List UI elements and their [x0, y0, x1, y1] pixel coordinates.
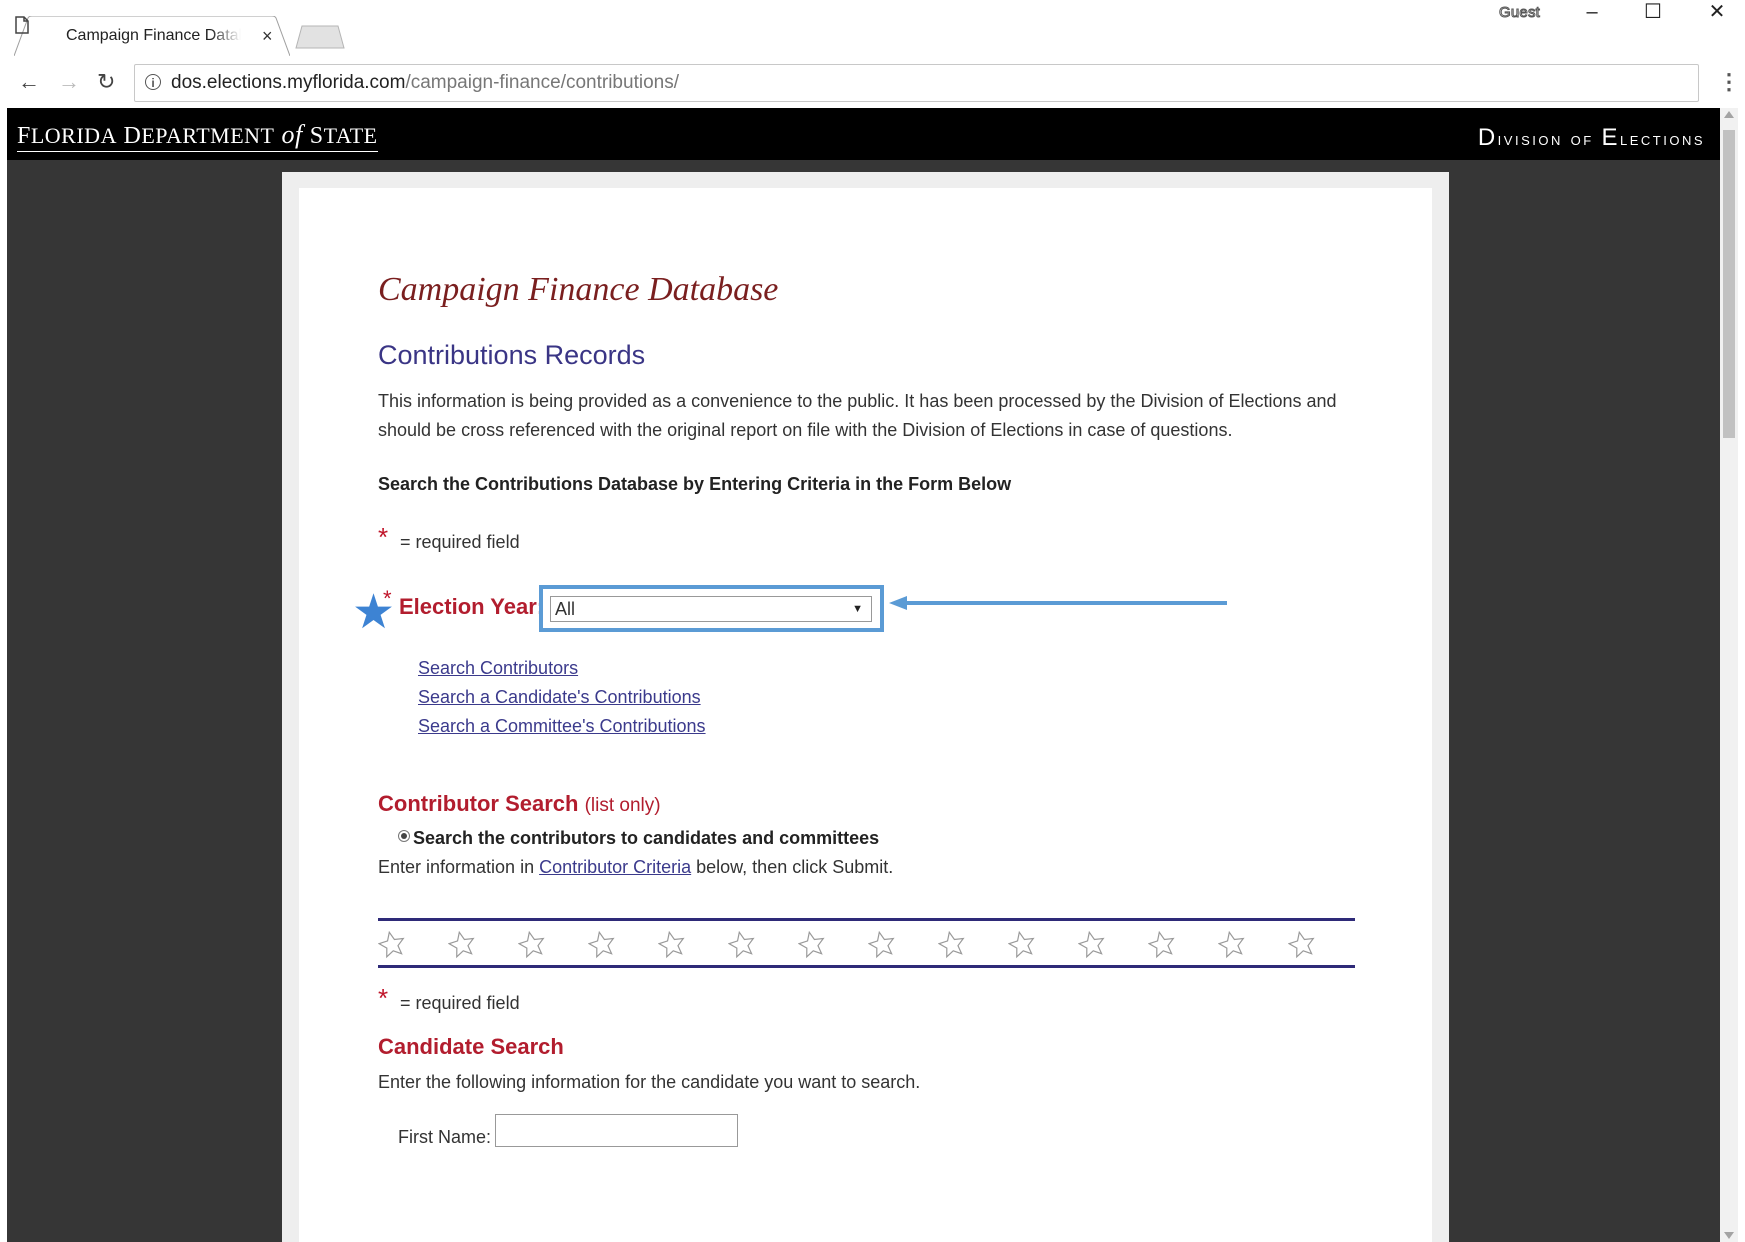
- content-panel: Campaign Finance Database Contributions …: [299, 188, 1432, 1242]
- chevron-down-icon: ▼: [852, 603, 863, 615]
- first-name-label: First Name:: [398, 1127, 492, 1147]
- outline-star-icon: [1288, 931, 1315, 959]
- required-star: *: [378, 522, 389, 552]
- division-text: lections: [1619, 129, 1705, 150]
- division-letter: E: [1601, 124, 1620, 151]
- outline-star-icon: [448, 931, 475, 959]
- contributor-radio-label: Search the contributors to candidates an…: [413, 828, 880, 848]
- url-path: /campaign-finance/contributions/: [405, 72, 679, 93]
- close-window-icon[interactable]: ✕: [1687, 0, 1745, 26]
- outline-star-icon: [1148, 931, 1175, 959]
- new-tab-button[interactable]: [294, 24, 346, 50]
- info-icon[interactable]: i: [145, 74, 161, 90]
- florida-dos-logo[interactable]: FLORIDA DEPARTMENT of STATE: [17, 120, 378, 152]
- division-letter: D: [1477, 124, 1498, 151]
- scroll-down-icon[interactable]: [1724, 1232, 1734, 1239]
- search-heading: Search the Contributions Database by Ent…: [378, 474, 1012, 494]
- outline-star-icon: [658, 931, 685, 959]
- decorative-stars-divider: [378, 918, 1355, 968]
- outline-star-icon: [728, 931, 755, 959]
- url-host: dos.elections.myflorida.com: [171, 72, 406, 93]
- page-viewport: FLORIDA DEPARTMENT of STATE Division of …: [7, 108, 1727, 1242]
- election-year-highlight: All ▼: [539, 585, 884, 632]
- search-links: Search Contributors Search a Candidate's…: [418, 654, 706, 741]
- division-text: ivision of: [1497, 129, 1602, 150]
- contributor-radio-option[interactable]: Search the contributors to candidates an…: [398, 828, 879, 849]
- logo-text: EPARTMENT: [141, 123, 275, 148]
- contributor-search-heading: Contributor Search (list only): [378, 791, 661, 817]
- profile-guest-badge[interactable]: Guest: [1498, 4, 1540, 22]
- intro-text: This information is being provided as a …: [378, 391, 1337, 440]
- browser-tab[interactable]: Campaign Finance Datab ×: [14, 16, 290, 56]
- logo-letter: F: [17, 123, 31, 149]
- forward-icon[interactable]: →: [58, 70, 80, 94]
- first-name-input[interactable]: [495, 1114, 738, 1147]
- contributor-criteria-link[interactable]: Contributor Criteria: [539, 857, 691, 877]
- contributor-search-subtitle: (list only): [584, 795, 661, 816]
- tab-title: Campaign Finance Datab: [66, 27, 241, 45]
- outline-star-icon: [798, 931, 825, 959]
- required-text: = required field: [400, 532, 520, 552]
- candidate-instructions: Enter the following information for the …: [378, 1072, 921, 1092]
- maximize-icon[interactable]: ☐: [1623, 0, 1683, 26]
- contributor-search-title: Contributor Search: [378, 791, 579, 816]
- required-star: *: [383, 586, 392, 611]
- back-icon[interactable]: ←: [18, 70, 40, 94]
- section-title: Contributions Records: [378, 340, 646, 370]
- candidate-search-heading: Candidate Search: [378, 1034, 564, 1059]
- election-year-select[interactable]: All ▼: [550, 596, 872, 622]
- tab-close-icon[interactable]: ×: [262, 26, 273, 46]
- logo-letter: D: [116, 123, 142, 149]
- logo-text: TATE: [323, 123, 378, 148]
- outline-star-icon: [588, 931, 615, 959]
- browser-titlebar: Campaign Finance Datab × Guest – ☐ ✕: [0, 0, 1745, 60]
- contributor-instructions: Enter information in Contributor Criteri…: [378, 857, 893, 878]
- contributor-radio[interactable]: [398, 830, 410, 843]
- address-bar[interactable]: i dos.elections.myflorida.com/campaign-f…: [134, 64, 1699, 102]
- vertical-scrollbar[interactable]: [1720, 108, 1738, 1242]
- browser-menu-icon[interactable]: ⋮: [1718, 70, 1740, 94]
- outline-star-icon: [518, 931, 545, 959]
- scroll-up-icon[interactable]: [1724, 111, 1734, 118]
- link-search-candidate[interactable]: Search a Candidate's Contributions: [418, 683, 706, 712]
- instructions-text: Enter information in: [378, 857, 540, 877]
- logo-letter: S: [309, 123, 324, 149]
- reload-icon[interactable]: ↻: [97, 70, 115, 94]
- page-icon: [15, 16, 29, 34]
- election-year-value: All: [555, 599, 576, 619]
- required-text: = required field: [400, 993, 520, 1013]
- page-title: Campaign Finance Database: [378, 271, 779, 308]
- link-search-committee[interactable]: Search a Committee's Contributions: [418, 712, 706, 741]
- outline-star-icon: [1078, 931, 1105, 959]
- content-frame: Campaign Finance Database Contributions …: [282, 172, 1449, 1242]
- scroll-thumb[interactable]: [1723, 130, 1735, 438]
- instructions-text: below, then click Submit.: [691, 857, 894, 877]
- pointer-arrow-icon: [889, 596, 1227, 610]
- logo-text: LORIDA: [30, 123, 117, 148]
- election-year-label: Election Year:: [399, 594, 545, 619]
- outline-star-icon: [378, 931, 405, 959]
- link-search-contributors[interactable]: Search Contributors: [418, 654, 706, 683]
- outline-star-icon: [1008, 931, 1035, 959]
- site-banner: FLORIDA DEPARTMENT of STATE Division of …: [7, 108, 1727, 160]
- minimize-icon[interactable]: –: [1562, 0, 1622, 26]
- logo-of: of: [274, 120, 310, 149]
- outline-star-icon: [1218, 931, 1245, 959]
- url-text[interactable]: dos.elections.myflorida.com/campaign-fin…: [171, 72, 679, 94]
- outline-star-icon: [868, 931, 895, 959]
- outline-star-icon: [938, 931, 965, 959]
- division-of-elections-title[interactable]: Division of Elections: [1478, 124, 1705, 152]
- required-star: *: [378, 983, 389, 1013]
